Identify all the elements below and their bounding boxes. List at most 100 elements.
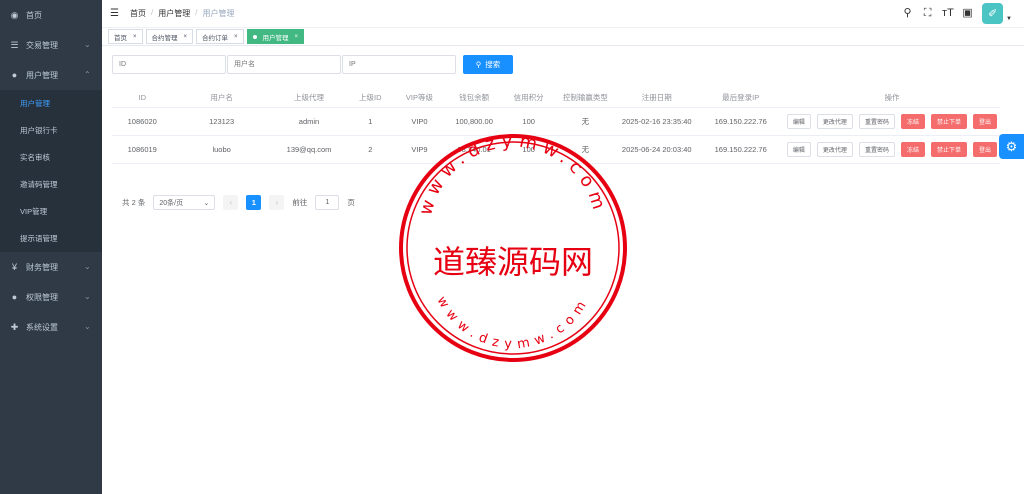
edit-button[interactable]: 编辑	[786, 142, 811, 157]
page-size-value: 20条/页	[159, 199, 184, 207]
sidebar-item-users[interactable]: ● 用户管理 ⌃	[0, 60, 102, 90]
ban-orders-button[interactable]: 禁止下单	[930, 142, 967, 157]
col-agent-id: 上级ID	[347, 88, 394, 108]
list-icon: ☰	[10, 39, 19, 50]
sidebar-subitem-verification[interactable]: 实名审核	[0, 144, 102, 171]
sidebar-subitem-prompts[interactable]: 提示语管理	[0, 225, 102, 252]
sidebar-item-trade[interactable]: ☰ 交易管理 ⌄	[0, 30, 102, 60]
sidebar-item-home[interactable]: ◉ 首页	[0, 0, 102, 30]
tag-contracts[interactable]: 合约管理 ×	[145, 29, 194, 44]
search-icon[interactable]: ⚲	[902, 8, 913, 19]
cell-balance: 100,800.00	[445, 107, 503, 136]
stamp-center-text: 道臻源码网	[433, 243, 593, 281]
col-credit: 信用积分	[502, 88, 555, 108]
cell-agent-id: 2	[347, 135, 394, 164]
stamp-outer-ring	[399, 134, 627, 362]
next-page-button[interactable]: ›	[269, 195, 285, 210]
username-input[interactable]	[227, 55, 341, 74]
cell-ip: 169.150.222.76	[697, 107, 784, 136]
font-size-icon[interactable]: ᴛT	[942, 8, 954, 19]
cell-agent: 139@qq.com	[270, 135, 348, 164]
plus-icon: ✚	[10, 321, 19, 332]
sidebar-subitem-users[interactable]: 用户管理	[0, 90, 102, 117]
menu-toggle-icon[interactable]: ☰	[110, 8, 120, 19]
tags-view: 首页 × 合约管理 × 合约订单 × 用户管理 ×	[102, 28, 1024, 46]
reset-password-button[interactable]: 重置密码	[858, 114, 895, 129]
settings-float-button[interactable]: ⚙	[999, 134, 1024, 159]
cell-control: 无	[554, 107, 617, 136]
sidebar-item-settings[interactable]: ✚ 系统设置 ⌄	[0, 312, 102, 342]
table-row: 1086020 123123 admin 1 VIP0 100,800.00 1…	[112, 107, 1000, 136]
stamp-ring-bottom-text: www.dzymw.com	[434, 294, 593, 352]
tag-users[interactable]: 用户管理 ×	[246, 29, 305, 44]
breadcrumb-home[interactable]: 首页	[130, 8, 146, 19]
cell-agent-id: 1	[347, 107, 394, 136]
ban-orders-button[interactable]: 禁止下单	[930, 114, 967, 129]
sidebar-subitem-vip[interactable]: VIP管理	[0, 198, 102, 225]
search-form: ⚲ 搜索	[112, 55, 513, 74]
close-icon[interactable]: ×	[234, 34, 238, 40]
sidebar-item-finance[interactable]: ¥ 财务管理 ⌄	[0, 252, 102, 282]
cell-id: 1086019	[112, 135, 173, 164]
search-icon: ⚲	[475, 60, 482, 69]
page-size-select[interactable]: 20条/页 ⌄	[153, 195, 216, 210]
freeze-button[interactable]: 冻结	[900, 142, 925, 157]
tag-label: 首页	[114, 34, 127, 42]
sidebar-item-label: 系统设置	[26, 322, 58, 332]
close-icon[interactable]: ×	[295, 34, 299, 40]
header-tools: ⚲ ⛶ ᴛT ▣ ✐ ▼	[902, 3, 1012, 24]
active-dot-icon	[252, 34, 257, 39]
col-vip: VIP等级	[393, 88, 446, 108]
goto-page-input[interactable]: 1	[315, 195, 340, 210]
tag-orders[interactable]: 合约订单 ×	[196, 29, 244, 44]
stamp-inner-ring	[406, 141, 620, 355]
translate-icon[interactable]: ▣	[962, 8, 973, 19]
close-icon[interactable]: ×	[133, 34, 137, 40]
logout-button[interactable]: 登出	[972, 142, 997, 157]
sidebar-subitem-invite-codes[interactable]: 邀请码管理	[0, 171, 102, 198]
change-agent-button[interactable]: 更改代理	[816, 114, 853, 129]
id-input[interactable]	[112, 55, 226, 74]
col-control: 控制输赢类型	[554, 88, 617, 108]
page-number-active[interactable]: 1	[246, 195, 262, 210]
col-balance: 钱包余额	[445, 88, 503, 108]
sidebar: ◉ 首页 ☰ 交易管理 ⌄ ● 用户管理 ⌃ 用户管理 用户银行卡 实名审核 邀…	[0, 0, 102, 494]
sidebar-item-label: 交易管理	[26, 40, 58, 50]
cell-date: 2025-02-16 23:35:40	[616, 107, 698, 136]
cell-actions: 编辑 更改代理 重置密码 冻结 禁止下单 登出	[783, 107, 1000, 136]
cell-date: 2025-06-24 20:03:40	[616, 135, 698, 164]
page-unit-label: 页	[347, 198, 355, 207]
gear-icon: ⚙	[1005, 138, 1018, 154]
chevron-down-icon: ⌄	[84, 292, 91, 301]
close-icon[interactable]: ×	[184, 34, 188, 40]
cell-credit: 100	[502, 107, 555, 136]
avatar-glyph: ✐	[987, 8, 998, 20]
breadcrumb: 首页 / 用户管理 / 用户管理	[130, 8, 234, 19]
avatar[interactable]: ✐	[982, 3, 1004, 24]
user-icon: ●	[11, 69, 18, 80]
tag-home[interactable]: 首页 ×	[108, 29, 143, 44]
cell-balance: 98,340.01	[445, 135, 503, 164]
cell-ip: 169.150.222.76	[697, 135, 784, 164]
reset-password-button[interactable]: 重置密码	[858, 142, 895, 157]
sidebar-subitem-bankcards[interactable]: 用户银行卡	[0, 117, 102, 144]
caret-down-icon[interactable]: ▼	[1006, 16, 1012, 22]
logout-button[interactable]: 登出	[972, 114, 997, 129]
cell-username: luobo	[172, 135, 271, 164]
cell-vip: VIP9	[393, 135, 446, 164]
change-agent-button[interactable]: 更改代理	[816, 142, 853, 157]
edit-button[interactable]: 编辑	[786, 114, 811, 129]
ip-input[interactable]	[342, 55, 456, 74]
fullscreen-icon[interactable]: ⛶	[922, 8, 933, 19]
breadcrumb-current: 用户管理	[202, 9, 235, 18]
freeze-button[interactable]: 冻结	[900, 114, 925, 129]
breadcrumb-separator: /	[195, 8, 198, 17]
search-button[interactable]: ⚲ 搜索	[463, 55, 513, 74]
cell-agent: admin	[270, 107, 348, 136]
prev-page-button[interactable]: ‹	[223, 195, 239, 210]
sidebar-item-permissions[interactable]: ● 权限管理 ⌄	[0, 282, 102, 312]
users-table: ID 用户名 上级代理 上级ID VIP等级 钱包余额 信用积分 控制输赢类型 …	[112, 88, 1000, 164]
tag-label: 合约订单	[202, 34, 229, 42]
breadcrumb-separator: /	[151, 8, 154, 17]
cell-control: 无	[554, 135, 617, 164]
